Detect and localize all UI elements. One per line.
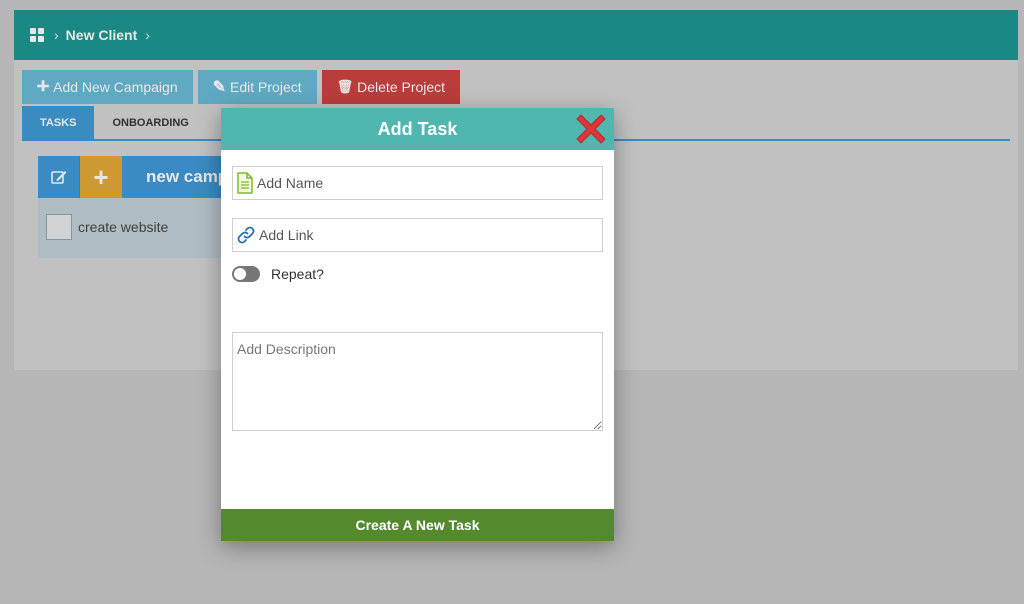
repeat-label: Repeat? xyxy=(271,266,324,282)
task-name-input[interactable] xyxy=(257,175,587,191)
repeat-row: Repeat? xyxy=(232,266,324,282)
add-task-modal: Add Task Repeat? Create A New Task xyxy=(221,108,614,541)
task-link-field[interactable] xyxy=(232,218,603,252)
modal-title: Add Task xyxy=(377,118,458,139)
close-icon[interactable] xyxy=(571,109,611,149)
document-icon xyxy=(237,172,253,194)
task-name-field[interactable] xyxy=(232,166,603,200)
description-textarea[interactable] xyxy=(232,332,603,431)
link-icon xyxy=(237,226,255,244)
create-task-button[interactable]: Create A New Task xyxy=(221,509,614,541)
repeat-toggle[interactable] xyxy=(232,266,260,282)
modal-header: Add Task xyxy=(221,108,614,150)
task-link-input[interactable] xyxy=(259,227,589,243)
